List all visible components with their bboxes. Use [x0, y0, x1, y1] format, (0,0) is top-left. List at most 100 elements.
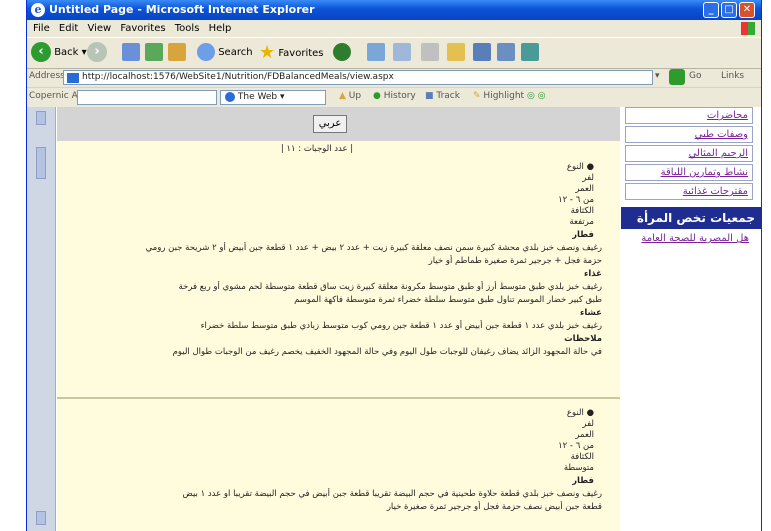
sidebar-link-public-health[interactable]: هل المصرية للصحة العامة [625, 231, 753, 248]
address-input[interactable]: http://localhost:1576/WebSite1/Nutrition… [63, 70, 653, 85]
star-icon: ★ [259, 42, 276, 63]
meal-breakfast-label: فطار [572, 476, 594, 486]
search-engine-select[interactable]: The Web ▾ [220, 90, 326, 105]
density-value: متوسطة [563, 463, 594, 473]
messenger-icon [497, 43, 515, 61]
home-button[interactable] [168, 42, 186, 64]
meal-line: رغيف خبز بلدي عدد ١ قطعة جبن أبيض أو عدد… [200, 321, 602, 331]
refresh-icon [145, 43, 163, 61]
copernic-toolbar: Copernic Agent The Web ▾ ▲ Up ● History … [27, 87, 761, 107]
left-scroll-strip [27, 107, 56, 531]
up-icon: ▲ [339, 91, 346, 101]
menu-edit[interactable]: Edit [59, 20, 78, 37]
standard-toolbar: ‹ Back ▾ › Search ★ Favorites [27, 37, 761, 69]
history-toolbar-button[interactable] [367, 42, 385, 64]
women-associations-heading: جمعيات تخص المرأة [621, 207, 761, 229]
forward-button[interactable]: › [87, 42, 107, 64]
back-arrow-icon: ‹ [31, 42, 51, 62]
right-sidebar: محاضرات وصفات طبي الرجيم المثالي نشاط وت… [621, 107, 761, 531]
page-content: عربي | عدد الوجبات : ١١ | ● النوع لفر ال… [27, 107, 761, 531]
meal-line: حزمة فجل + جرجير ثمرة صغيرة طماطم أو خيا… [428, 256, 602, 266]
menu-help[interactable]: Help [209, 20, 232, 37]
menu-bar: File Edit View Favorites Tools Help [27, 20, 761, 37]
maximize-button[interactable]: □ [721, 2, 737, 18]
refresh-button[interactable] [145, 42, 163, 64]
discuss-button[interactable] [473, 42, 491, 64]
panel-header: عربي [57, 107, 620, 141]
folder-icon [447, 43, 465, 61]
density-value: مرتفعة [569, 217, 594, 227]
meal-lunch-label: غذاء [584, 269, 602, 279]
window-title: Untitled Page - Microsoft Internet Explo… [49, 3, 315, 16]
meals-panel: عربي | عدد الوجبات : ١١ | ● النوع لفر ال… [57, 107, 620, 531]
meal-block-1: ● النوع لفر العمر من ٦ - ١٢ الكثافة مرتف… [57, 159, 620, 397]
menu-file[interactable]: File [33, 20, 50, 37]
windows-flag-icon [741, 22, 755, 35]
meal-block-2: ● النوع لفر العمر من ٦ - ١٢ الكثافة متوس… [57, 397, 620, 531]
meal-breakfast-label: فطار [572, 230, 594, 240]
meal-dinner-label: عشاء [580, 308, 602, 318]
sidebar-link-ideal-diet[interactable]: الرجيم المثالي [625, 145, 753, 162]
sidebar-link-food-suggestions[interactable]: مقترحات غذائية [625, 183, 753, 200]
up-button[interactable]: ▲ Up [339, 91, 361, 101]
highlight-options-icon: ◎ ◎ [526, 91, 546, 101]
track-button[interactable]: ■ Track [425, 91, 460, 101]
print-icon [421, 43, 439, 61]
media-icon [333, 43, 351, 61]
menu-favorites[interactable]: Favorites [120, 20, 165, 37]
address-label: Address [29, 71, 65, 81]
search-button[interactable]: Search [197, 42, 253, 64]
notes-label: ملاحظات [564, 334, 602, 344]
sidebar-link-lectures[interactable]: محاضرات [625, 107, 753, 124]
scroll-down-icon[interactable] [36, 511, 46, 525]
menu-view[interactable]: View [87, 20, 111, 37]
research-button[interactable] [521, 42, 539, 64]
go-button[interactable]: Go [689, 71, 701, 81]
forward-arrow-icon: › [87, 42, 107, 62]
arabic-button[interactable]: عربي [313, 115, 347, 133]
copernic-search-input[interactable] [77, 90, 217, 105]
discuss-icon [473, 43, 491, 61]
clock-icon: ● [373, 91, 381, 101]
close-button[interactable]: ✕ [739, 2, 755, 18]
scroll-up-icon[interactable] [36, 111, 46, 125]
highlight-icon: ✎ [473, 91, 481, 101]
title-bar: e Untitled Page - Microsoft Internet Exp… [27, 0, 761, 20]
research-icon [521, 43, 539, 61]
page-icon [67, 73, 79, 83]
print-button[interactable] [421, 42, 439, 64]
history-button[interactable]: ● History [373, 91, 416, 101]
meal-line: رغيف ونصف خبز بلدي محشة كبيرة سمن نصف مع… [145, 243, 602, 253]
sidebar-link-fitness[interactable]: نشاط وتمارين اللياقة [625, 164, 753, 181]
favorites-button[interactable]: ★ Favorites [259, 42, 324, 64]
minimize-button[interactable]: _ [703, 2, 719, 18]
stop-button[interactable] [122, 42, 140, 64]
meal-line: طبق كبير خضار الموسم تناول طبق متوسط سلط… [294, 295, 602, 305]
go-arrow-icon[interactable] [669, 69, 685, 85]
browser-window: e Untitled Page - Microsoft Internet Exp… [26, 0, 762, 531]
globe-icon [225, 91, 235, 102]
highlight-button[interactable]: ✎ Highlight ◎ ◎ [473, 91, 546, 101]
back-button[interactable]: ‹ Back ▾ [31, 42, 87, 64]
history-icon [367, 43, 385, 61]
stop-icon [122, 43, 140, 61]
mail-icon [393, 43, 411, 61]
meal-line: قطعة جبن أبيض نصف حزمة فجل أو جرجير ثمرة… [386, 502, 602, 512]
folder-button[interactable] [447, 42, 465, 64]
address-dropdown-icon[interactable]: ▾ [655, 71, 660, 81]
messenger-button[interactable] [497, 42, 515, 64]
notes-text: في حالة المجهود الزائد يضاف رغيفان للوجب… [172, 347, 602, 357]
links-label[interactable]: Links [721, 71, 744, 81]
meal-line: رغيف خبز بلدي طبق متوسط أرز أو طبق متوسط… [178, 282, 602, 292]
address-bar: Address http://localhost:1576/WebSite1/N… [27, 68, 761, 87]
track-icon: ■ [425, 91, 434, 101]
meal-count: | عدد الوجبات : ١١ | [280, 144, 354, 154]
mail-button[interactable] [393, 42, 411, 64]
ie-logo-icon: e [31, 3, 45, 17]
scroll-thumb[interactable] [36, 147, 46, 179]
meal-line: رغيف ونصف خبز بلدي قطعة حلاوة طحينية في … [182, 489, 602, 499]
sidebar-link-medical-recipes[interactable]: وصفات طبي [625, 126, 753, 143]
menu-tools[interactable]: Tools [175, 20, 200, 37]
media-button[interactable] [333, 42, 351, 64]
search-icon [197, 43, 215, 61]
